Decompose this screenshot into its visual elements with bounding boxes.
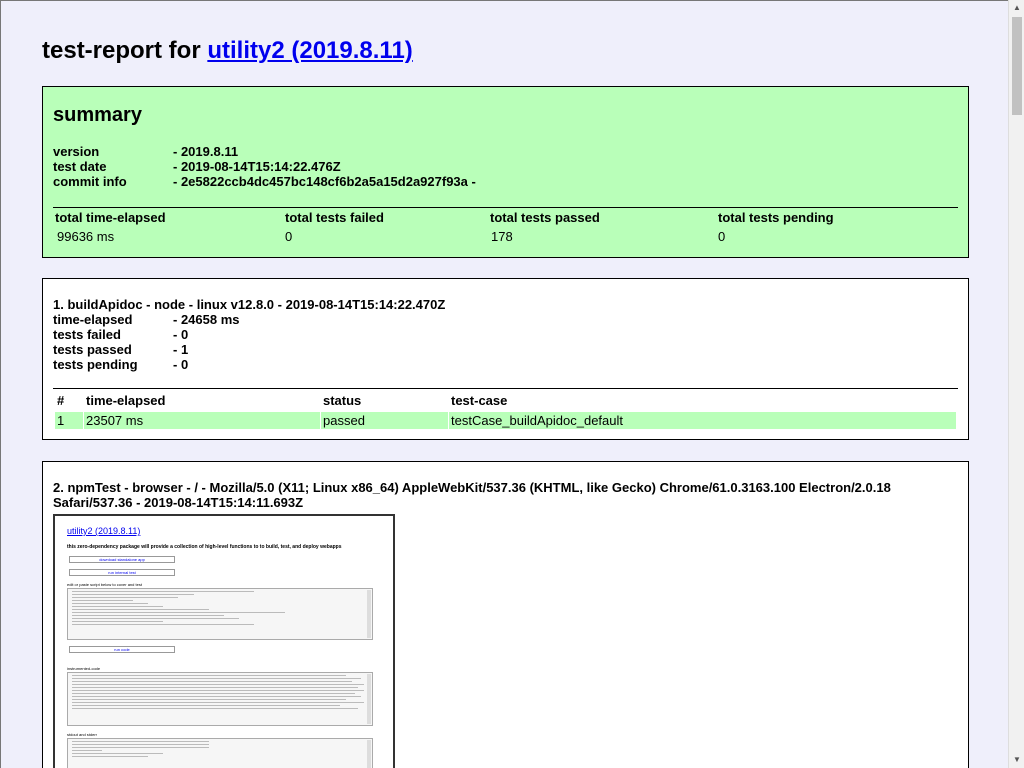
- scrollbar: [367, 740, 371, 768]
- screenshot-button: run code: [69, 646, 175, 653]
- project-link[interactable]: utility2 (2019.8.11): [207, 37, 412, 64]
- stat-header: total tests failed: [285, 210, 384, 225]
- screenshot-label: stdout and stderr: [67, 732, 98, 737]
- screenshot-coverage-output: [67, 738, 373, 768]
- testcase-field: tests failed - 0: [53, 327, 240, 342]
- stat-value: 0: [285, 229, 293, 244]
- scroll-up-arrow-icon[interactable]: ▲: [1009, 0, 1024, 16]
- testcase-field: time-elapsed - 24658 ms: [53, 312, 240, 327]
- field-value: - 2019.8.11: [173, 144, 239, 159]
- summary-field-test-date: test date - 2019-08-14T15:14:22.476Z: [53, 159, 476, 174]
- field-value: - 2e5822ccb4dc457bc148cf6b2a5a15d2a927f9…: [173, 174, 476, 189]
- browser-viewport: test-report for utility2 (2019.8.11) sum…: [0, 0, 1008, 768]
- testcase-title: 1. buildApidoc - node - linux v12.8.0 - …: [53, 297, 446, 312]
- field-value: - 1: [173, 342, 189, 357]
- testcase-field: tests passed - 1: [53, 342, 240, 357]
- table-header-row: # time-elapsed status test-case: [55, 393, 957, 411]
- screenshot-code-editor: [67, 588, 373, 640]
- stat-value: 0: [718, 229, 726, 244]
- table-cell: 1: [55, 412, 83, 429]
- testcase-panel-npmtest: 2. npmTest - browser - / - Mozilla/5.0 (…: [42, 461, 969, 768]
- table-cell: passed: [321, 412, 448, 429]
- screenshot-code-output: [67, 672, 373, 726]
- stat-header: total tests pending: [718, 210, 834, 225]
- stat-header: total time-elapsed: [55, 210, 166, 225]
- field-key: test date: [53, 159, 107, 174]
- field-key: version: [53, 144, 100, 159]
- field-value: - 0: [173, 327, 189, 342]
- screenshot-description: this zero-dependency package will provid…: [67, 544, 342, 550]
- field-key: tests passed: [53, 342, 132, 357]
- testcase-results-table: # time-elapsed status test-case 1 23507 …: [55, 393, 957, 429]
- screenshot-label: edit or paste script below to cover and …: [67, 582, 142, 587]
- scroll-down-arrow-icon[interactable]: ▼: [1009, 752, 1024, 768]
- vertical-scrollbar[interactable]: ▲ ▼: [1008, 0, 1024, 768]
- page-title-prefix: test-report for: [42, 37, 201, 64]
- summary-heading: summary: [53, 104, 142, 126]
- table-row: 1 23507 ms passed testCase_buildApidoc_d…: [55, 412, 957, 429]
- field-key: tests failed: [53, 327, 121, 342]
- screenshot-title: utility2 (2019.8.11): [67, 526, 141, 536]
- stat-value: 99636 ms: [57, 229, 115, 244]
- divider: [53, 207, 958, 208]
- page-title: test-report for utility2 (2019.8.11): [42, 37, 413, 65]
- scrollbar: [367, 590, 371, 638]
- column-header: status: [323, 393, 362, 408]
- table-cell: 23507 ms: [84, 412, 320, 429]
- scrollbar: [367, 674, 371, 724]
- summary-fields: version - 2019.8.11 test date - 2019-08-…: [53, 144, 476, 189]
- field-value: - 2019-08-14T15:14:22.476Z: [173, 159, 341, 174]
- column-header: time-elapsed: [86, 393, 166, 408]
- field-key: tests pending: [53, 357, 138, 372]
- column-header: test-case: [451, 393, 508, 408]
- testcase-field: tests pending - 0: [53, 357, 240, 372]
- testcase-fields: time-elapsed - 24658 ms tests failed - 0…: [53, 312, 240, 372]
- summary-panel: summary version - 2019.8.11 test date - …: [42, 86, 969, 258]
- screenshot-label: instrumented-code: [67, 666, 101, 671]
- screenshot-button: download standalone app: [69, 556, 175, 563]
- screenshot-button: run internal test: [69, 569, 175, 576]
- browser-screenshot-thumbnail: utility2 (2019.8.11) this zero-dependenc…: [53, 514, 395, 768]
- testcase-title: 2. npmTest - browser - / - Mozilla/5.0 (…: [53, 480, 891, 510]
- field-key: commit info: [53, 174, 127, 189]
- testcase-panel-buildapidoc: 1. buildApidoc - node - linux v12.8.0 - …: [42, 278, 969, 440]
- table-cell: testCase_buildApidoc_default: [449, 412, 956, 429]
- stat-header: total tests passed: [490, 210, 600, 225]
- divider: [53, 388, 958, 389]
- stat-value: 178: [491, 229, 513, 244]
- field-value: - 24658 ms: [173, 312, 240, 327]
- summary-field-version: version - 2019.8.11: [53, 144, 476, 159]
- scrollbar-thumb[interactable]: [1012, 17, 1022, 115]
- field-key: time-elapsed: [53, 312, 133, 327]
- summary-field-commit-info: commit info - 2e5822ccb4dc457bc148cf6b2a…: [53, 174, 476, 189]
- column-header: #: [57, 393, 65, 408]
- field-value: - 0: [173, 357, 189, 372]
